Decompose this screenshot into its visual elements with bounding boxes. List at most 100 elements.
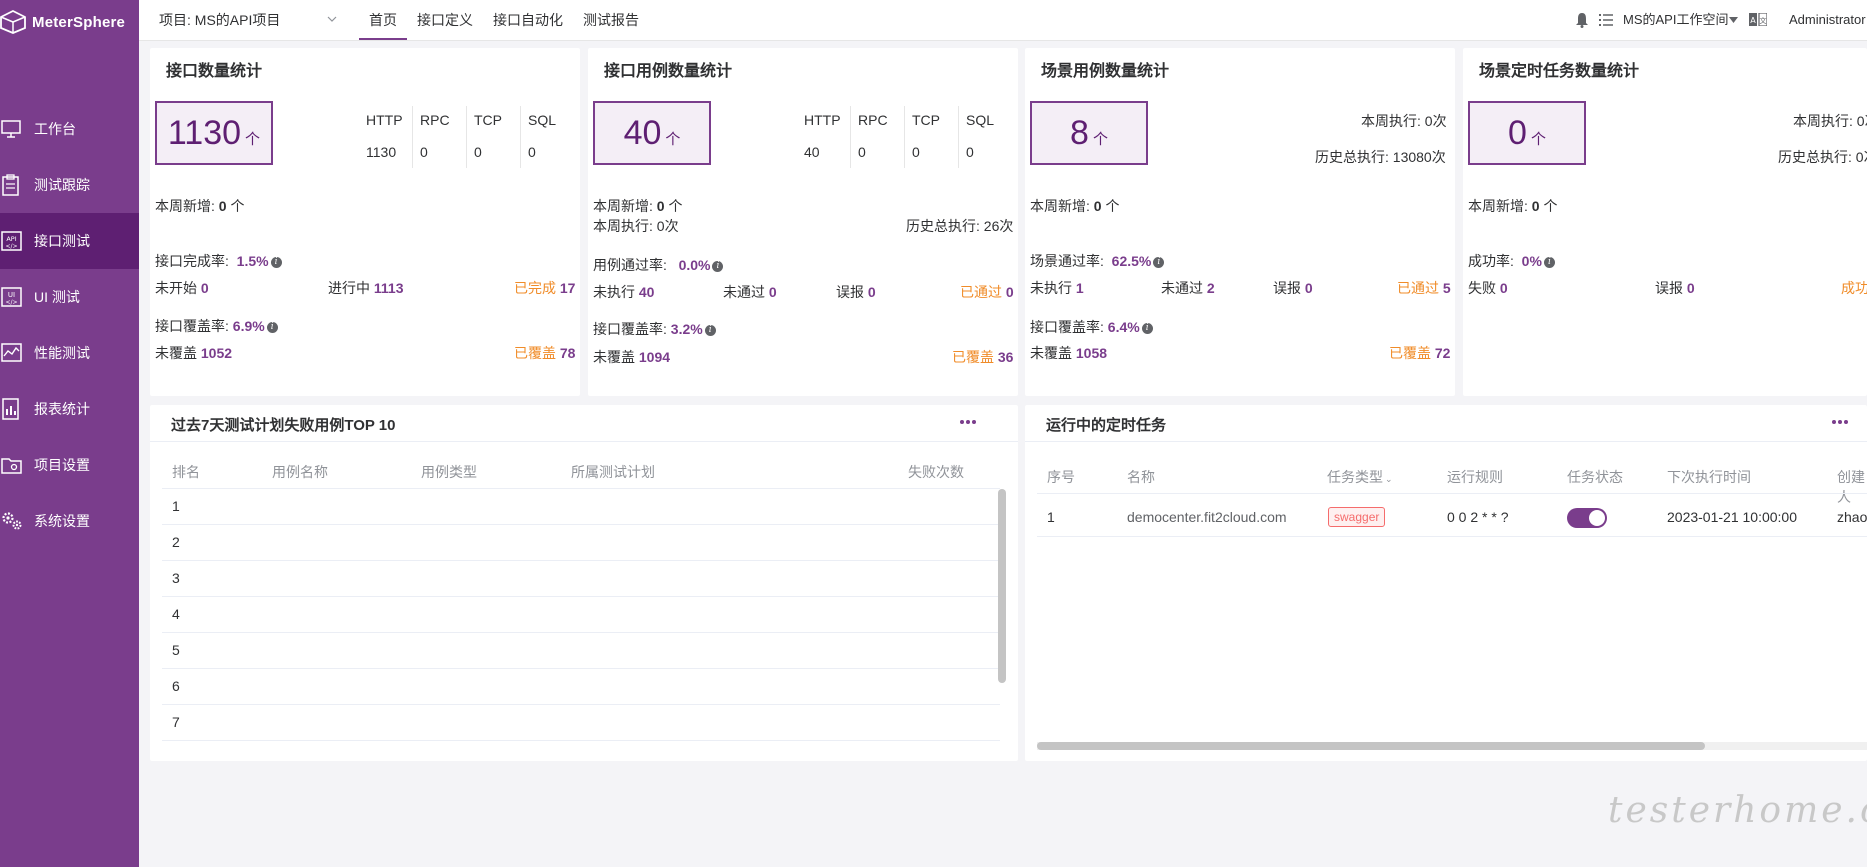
sidebar-item-api-test[interactable]: API </> 接口测试 [0, 213, 139, 269]
column-rank: 排名 [172, 464, 200, 480]
coverage-rate: 接口覆盖率: 3.2% i [593, 319, 716, 339]
sidebar-item-performance[interactable]: 性能测试 [0, 325, 139, 381]
false-alarm-stat: 误报 0 [1655, 280, 1695, 296]
false-alarm-stat: 误报 0 [1273, 280, 1313, 296]
scenario-count: 8 [1070, 114, 1089, 152]
case-count-box[interactable]: 40 个 [593, 101, 711, 165]
project-selector[interactable]: 项目: MS的API项目 [159, 0, 337, 40]
schedule-count-card: 场景定时任务数量统计 0个 本周执行: 0次 历史总执行: 0次 本周新增: 0… [1463, 48, 1867, 396]
pass-rate: 场景通过率: 62.5% i [1030, 251, 1165, 271]
column-task-status: 任务状态 [1567, 469, 1623, 485]
info-icon[interactable]: i [712, 261, 724, 272]
table-row[interactable]: 6 [172, 678, 180, 694]
sidebar-item-project-settings[interactable]: 项目设置 [0, 437, 139, 493]
sidebar-item-system-settings[interactable]: 系统设置 [0, 493, 139, 549]
folder-icon [1, 458, 22, 474]
proto-header: SQL [966, 112, 995, 128]
weekly-new: 本周新增: 0 个 [1030, 198, 1120, 214]
sidebar-item-ui-test[interactable]: UI </> UI 测试 [0, 269, 139, 325]
chevron-down-icon [327, 16, 337, 22]
info-icon[interactable]: i [1543, 257, 1555, 268]
user-menu[interactable]: Administrator [1789, 0, 1866, 40]
column-task-type[interactable]: 任务类型 ⌄ [1327, 467, 1393, 487]
unexec-stat: 未执行 1 [1030, 280, 1084, 296]
svg-text:</>: </> [5, 299, 17, 306]
divider [904, 106, 905, 168]
horizontal-scrollbar[interactable] [1037, 742, 1705, 750]
api-count-box[interactable]: 1130 个 [155, 101, 273, 165]
divider [1037, 493, 1867, 494]
card-title: 接口用例数量统计 [604, 63, 733, 80]
bell-icon[interactable] [1575, 12, 1589, 28]
table-row[interactable]: 1 [172, 498, 180, 514]
table-row[interactable]: 5 [172, 642, 180, 658]
divider [162, 488, 1000, 489]
column-fail-count: 失败次数 [908, 464, 964, 480]
table-row[interactable]: 7 [172, 714, 180, 730]
tab-test-report[interactable]: 测试报告 [583, 0, 639, 38]
svg-text:A: A [1750, 16, 1756, 25]
divider [850, 106, 851, 168]
vertical-scrollbar[interactable] [998, 489, 1006, 683]
proto-value: 0 [474, 144, 482, 160]
more-icon[interactable] [1832, 419, 1850, 425]
proto-value: 0 [420, 144, 428, 160]
week-exec: 本周执行: 0次 [1793, 113, 1867, 129]
table-row[interactable]: 4 [172, 606, 180, 622]
count-unit: 个 [245, 131, 261, 148]
sidebar-item-test-track[interactable]: 测试跟踪 [0, 157, 139, 213]
card-title: 运行中的定时任务 [1046, 417, 1167, 434]
table-row[interactable]: 2 [172, 534, 180, 550]
weekly-new: 本周新增: 0 个 [1468, 198, 1558, 214]
column-case-type: 用例类型 [421, 464, 477, 480]
row-task-name[interactable]: democenter.fit2cloud.com [1127, 509, 1287, 525]
sidebar-item-label: 测试跟踪 [34, 177, 90, 193]
sidebar-item-workbench[interactable]: 工作台 [0, 101, 139, 157]
column-next-run: 下次执行时间 [1667, 469, 1751, 485]
caret-down-icon[interactable] [1729, 17, 1738, 23]
false-alarm-stat: 误报 0 [836, 284, 876, 300]
info-icon[interactable]: i [266, 322, 278, 333]
not-started-stat: 未开始 0 [155, 280, 209, 296]
info-icon[interactable]: i [1141, 323, 1153, 334]
scenario-count-box[interactable]: 8个 [1030, 101, 1148, 165]
more-icon[interactable] [960, 419, 978, 425]
row-creator: zhao [1837, 509, 1867, 525]
card-title: 过去7天测试计划失败用例TOP 10 [171, 417, 396, 434]
task-status-toggle[interactable] [1567, 508, 1607, 528]
clipboard-icon [2, 174, 19, 196]
workspace-selector[interactable]: MS的API工作空间 [1623, 0, 1728, 40]
column-creator: 创建人 [1837, 469, 1865, 505]
week-exec: 本周执行: 0次 [1361, 113, 1447, 129]
divider [162, 560, 1000, 561]
top-navbar: 项目: MS的API项目 首页 接口定义 接口自动化 测试报告 MS的API工作… [139, 0, 1867, 41]
list-icon[interactable] [1599, 13, 1613, 27]
chart-icon [1, 343, 22, 362]
table-row[interactable]: 3 [172, 570, 180, 586]
language-icon[interactable]: A文 [1749, 13, 1767, 26]
tab-home[interactable]: 首页 [359, 0, 407, 40]
tab-api-definition[interactable]: 接口定义 [417, 0, 473, 38]
proto-value: 0 [528, 144, 536, 160]
week-exec: 本周执行: 0次 [593, 218, 679, 234]
info-icon[interactable]: i [1153, 257, 1165, 268]
info-icon[interactable]: i [270, 257, 282, 268]
unexec-stat: 未执行 40 [593, 284, 655, 300]
proto-value: 0 [966, 144, 974, 160]
proto-header: HTTP [804, 112, 841, 128]
count-unit: 个 [665, 131, 681, 148]
column-case-name: 用例名称 [272, 464, 328, 480]
count-unit: 个 [1092, 131, 1108, 148]
schedule-count-box[interactable]: 0个 [1468, 101, 1586, 165]
column-index: 序号 [1047, 469, 1075, 485]
sidebar-item-report[interactable]: 报表统计 [0, 381, 139, 437]
uncovered-stat: 未覆盖 1058 [1030, 345, 1108, 361]
row-rule: 0 0 2 * * ? [1447, 509, 1509, 525]
covered-stat: 已覆盖 36 [952, 349, 1014, 365]
proto-value: 0 [858, 144, 866, 160]
brand-logo[interactable]: MeterSphere [0, 10, 125, 34]
info-icon[interactable]: i [704, 325, 716, 336]
svg-text:</>: </> [5, 243, 17, 250]
tab-api-automation[interactable]: 接口自动化 [493, 0, 563, 38]
sidebar-item-label: 报表统计 [34, 401, 90, 417]
